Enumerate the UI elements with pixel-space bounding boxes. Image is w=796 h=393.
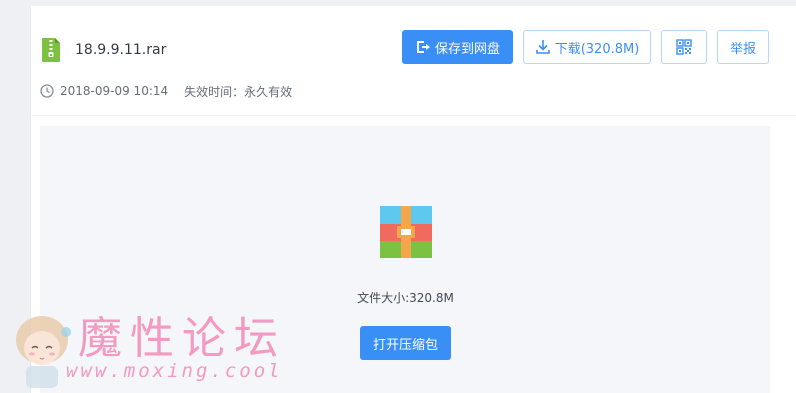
qr-code-button[interactable] [661, 30, 707, 64]
save-icon [416, 41, 430, 53]
download-button-label: 下载(320.8M) [554, 41, 640, 57]
watermark-url: www.moxing.cool [66, 360, 283, 382]
upload-date: 2018-09-09 10:14 [60, 84, 169, 98]
file-size-label: 文件大小:320.8M [357, 291, 454, 305]
download-button[interactable]: 下载(320.8M) [523, 30, 651, 64]
file-name: 18.9.9.11.rar [75, 42, 167, 58]
archive-box-icon [380, 206, 432, 258]
save-button-label: 保存到网盘 [434, 41, 500, 57]
open-archive-button[interactable]: 打开压缩包 [360, 326, 451, 360]
clock-icon [40, 84, 54, 98]
report-button[interactable]: 举报 [717, 30, 769, 64]
expire-info: 失效时间：永久有效 [184, 84, 293, 99]
save-to-disk-button[interactable]: 保存到网盘 [402, 30, 513, 64]
watermark-title: 魔性论坛 [78, 313, 286, 364]
header-divider [30, 115, 796, 116]
qr-code-icon [676, 39, 692, 55]
download-icon [535, 40, 550, 54]
zip-file-icon [42, 38, 60, 62]
file-meta: 2018-09-09 10:14 失效时间：永久有效 [40, 83, 292, 99]
